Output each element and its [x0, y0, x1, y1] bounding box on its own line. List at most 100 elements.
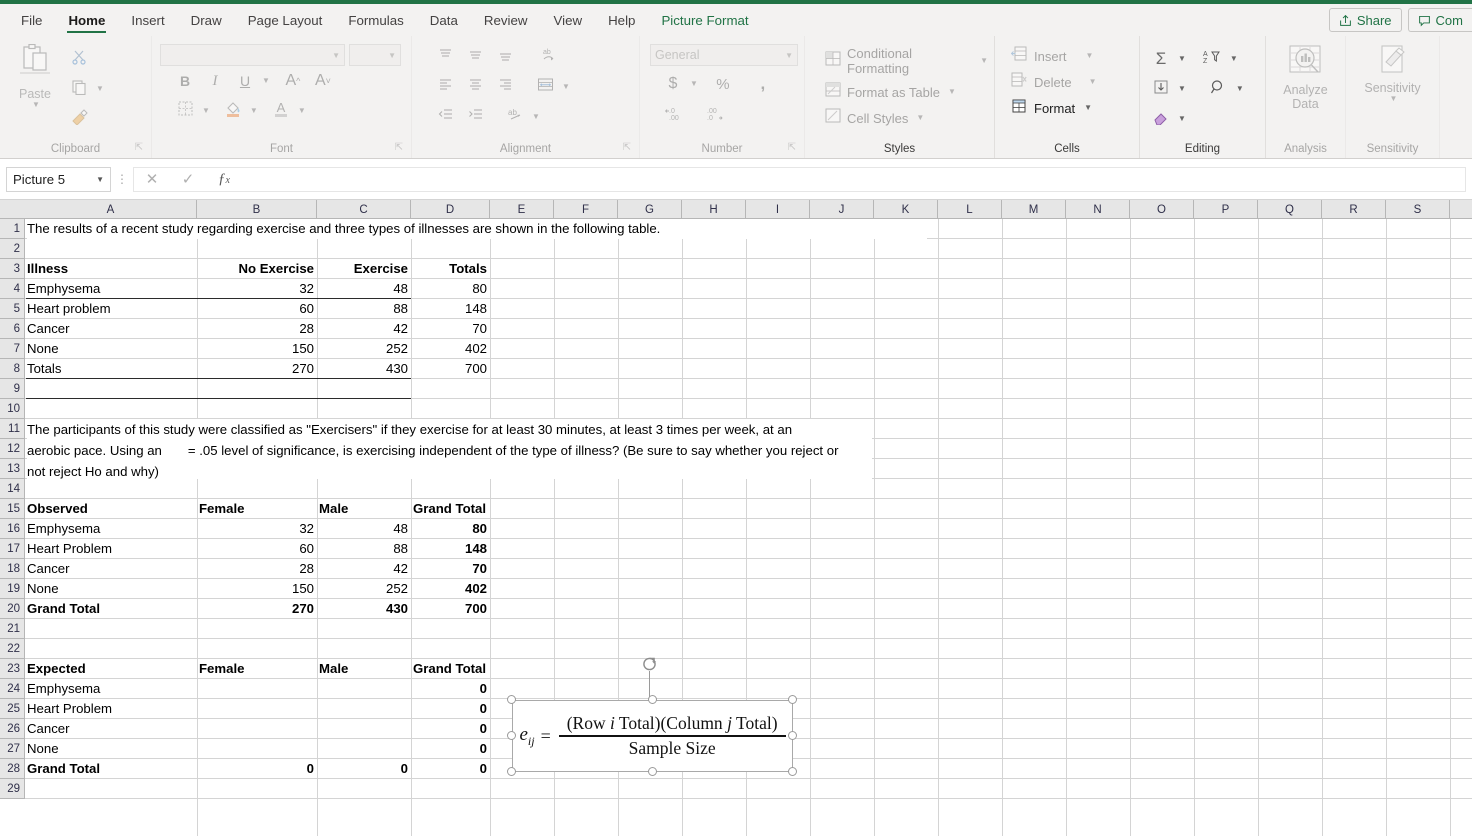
clear-chevron-down-icon[interactable]: ▼ — [1178, 115, 1186, 123]
cell-B5[interactable]: 60 — [199, 299, 314, 319]
cell-A16[interactable]: Emphysema — [27, 519, 194, 539]
cell-D23[interactable]: Grand Total — [413, 659, 487, 679]
cell-A6[interactable]: Cancer — [27, 319, 194, 339]
cell-A8[interactable]: Totals — [27, 359, 194, 379]
cell-C6[interactable]: 42 — [319, 319, 408, 339]
row-header-22[interactable]: 22 — [0, 639, 25, 659]
cell-A23[interactable]: Expected — [27, 659, 194, 679]
row-header-7[interactable]: 7 — [0, 339, 25, 359]
column-header-f[interactable]: F — [554, 200, 618, 219]
cell-A24[interactable]: Emphysema — [27, 679, 194, 699]
cell-C16[interactable]: 48 — [319, 519, 408, 539]
cell-B20[interactable]: 270 — [199, 599, 314, 619]
underline-button[interactable]: U — [230, 66, 260, 96]
cell-D16[interactable]: 80 — [413, 519, 487, 539]
sensitivity-chevron-down-icon[interactable]: ▼ — [1390, 95, 1398, 103]
font-dialog-launcher-icon[interactable]: ⇱ — [395, 139, 403, 156]
accounting-chevron-down-icon[interactable]: ▼ — [690, 80, 698, 88]
cell-D7[interactable]: 402 — [413, 339, 487, 359]
row-header-28[interactable]: 28 — [0, 759, 25, 779]
cell-A17[interactable]: Heart Problem — [27, 539, 194, 559]
picture-handle-top-center[interactable] — [648, 695, 657, 704]
column-header-i[interactable]: I — [746, 200, 810, 219]
cell-B3[interactable]: No Exercise — [199, 259, 314, 279]
fill-color-chevron-down-icon[interactable]: ▼ — [250, 107, 258, 115]
cell-D25[interactable]: 0 — [413, 699, 487, 719]
cell-A5[interactable]: Heart problem — [27, 299, 194, 319]
cell-C18[interactable]: 42 — [319, 559, 408, 579]
tab-file[interactable]: File — [8, 4, 55, 36]
autosum-button[interactable]: Σ — [1146, 44, 1176, 74]
cell-A27[interactable]: None — [27, 739, 194, 759]
row-header-1[interactable]: 1 — [0, 219, 25, 239]
cell-B8[interactable]: 270 — [199, 359, 314, 379]
autosum-chevron-down-icon[interactable]: ▼ — [1178, 55, 1186, 63]
cell-D19[interactable]: 402 — [413, 579, 487, 599]
cell-C3[interactable]: Exercise — [319, 259, 408, 279]
font-size-combo[interactable]: ▼ — [349, 44, 401, 66]
cell-C28[interactable]: 0 — [319, 759, 408, 779]
cell-B19[interactable]: 150 — [199, 579, 314, 599]
tab-data[interactable]: Data — [417, 4, 471, 36]
comments-button[interactable]: Com — [1407, 8, 1472, 32]
cell-A18[interactable]: Cancer — [27, 559, 194, 579]
row-header-15[interactable]: 15 — [0, 499, 25, 519]
align-right-button[interactable] — [490, 72, 520, 102]
row-header-2[interactable]: 2 — [0, 239, 25, 259]
cell-area[interactable]: The participants of this study were clas… — [25, 219, 1472, 836]
underline-chevron-down-icon[interactable]: ▼ — [262, 77, 270, 85]
number-dialog-launcher-icon[interactable]: ⇱ — [788, 139, 796, 156]
row-header-19[interactable]: 19 — [0, 579, 25, 599]
alignment-dialog-launcher-icon[interactable]: ⇱ — [623, 139, 631, 156]
bold-button[interactable]: B — [170, 66, 200, 96]
insert-cells-button[interactable]: Insert ▼ — [1001, 46, 1093, 66]
column-header-n[interactable]: N — [1066, 200, 1130, 219]
accounting-format-button[interactable]: $ — [658, 69, 688, 99]
row-header-10[interactable]: 10 — [0, 399, 25, 419]
row-header-14[interactable]: 14 — [0, 479, 25, 499]
copy-chevron-down-icon[interactable]: ▼ — [96, 85, 104, 93]
row-header-9[interactable]: 9 — [0, 379, 25, 399]
decrease-font-size-button[interactable]: A ˅ — [308, 66, 338, 96]
font-name-combo[interactable]: ▼ — [160, 44, 345, 66]
rotate-icon[interactable] — [641, 655, 658, 672]
increase-decimal-button[interactable]: .0.00 — [660, 101, 690, 131]
row-header-6[interactable]: 6 — [0, 319, 25, 339]
row-header-29[interactable]: 29 — [0, 779, 25, 799]
row-header-11[interactable]: 11 — [0, 419, 25, 439]
row-header-13[interactable]: 13 — [0, 459, 25, 479]
picture-handle-bottom-center[interactable] — [648, 767, 657, 776]
increase-font-size-button[interactable]: A ^ — [278, 66, 308, 96]
column-header-s[interactable]: S — [1386, 200, 1450, 219]
decrease-decimal-button[interactable]: .00.0 — [700, 101, 730, 131]
cell-A1[interactable]: The results of a recent study regarding … — [27, 219, 927, 239]
check-icon[interactable]: ✓ — [170, 170, 206, 188]
cell-D3[interactable]: Totals — [413, 259, 487, 279]
align-center-button[interactable] — [460, 72, 490, 102]
cell-D20[interactable]: 700 — [413, 599, 487, 619]
column-header-h[interactable]: H — [682, 200, 746, 219]
format-cells-button[interactable]: Format ▼ — [1001, 98, 1092, 118]
format-as-table-button[interactable]: Format as Table ▼ — [811, 82, 956, 102]
italic-button[interactable]: I — [200, 66, 230, 96]
formula-bar-overflow-icon[interactable]: ⋮ — [111, 172, 133, 186]
cancel-icon[interactable]: ✕ — [134, 170, 170, 188]
cell-styles-button[interactable]: Cell Styles ▼ — [811, 108, 924, 128]
tab-help[interactable]: Help — [595, 4, 648, 36]
cell-C5[interactable]: 88 — [319, 299, 408, 319]
column-header-k[interactable]: K — [874, 200, 938, 219]
clipboard-dialog-launcher-icon[interactable]: ⇱ — [135, 139, 143, 156]
cell-B18[interactable]: 28 — [199, 559, 314, 579]
conditional-formatting-button[interactable]: Conditional Formatting ▼ — [811, 46, 988, 76]
cell-A26[interactable]: Cancer — [27, 719, 194, 739]
paste-button[interactable]: Paste ▼ — [6, 40, 64, 109]
number-format-combo[interactable]: General ▼ — [650, 44, 798, 66]
merge-chevron-down-icon[interactable]: ▼ — [562, 83, 570, 91]
column-header-d[interactable]: D — [411, 200, 490, 219]
cell-C23[interactable]: Male — [319, 659, 408, 679]
cell-B4[interactable]: 32 — [199, 279, 314, 299]
tab-home[interactable]: Home — [55, 4, 118, 36]
picture-handle-top-left[interactable] — [507, 695, 516, 704]
fill-button[interactable] — [1146, 74, 1176, 104]
clear-button[interactable] — [1146, 104, 1176, 134]
